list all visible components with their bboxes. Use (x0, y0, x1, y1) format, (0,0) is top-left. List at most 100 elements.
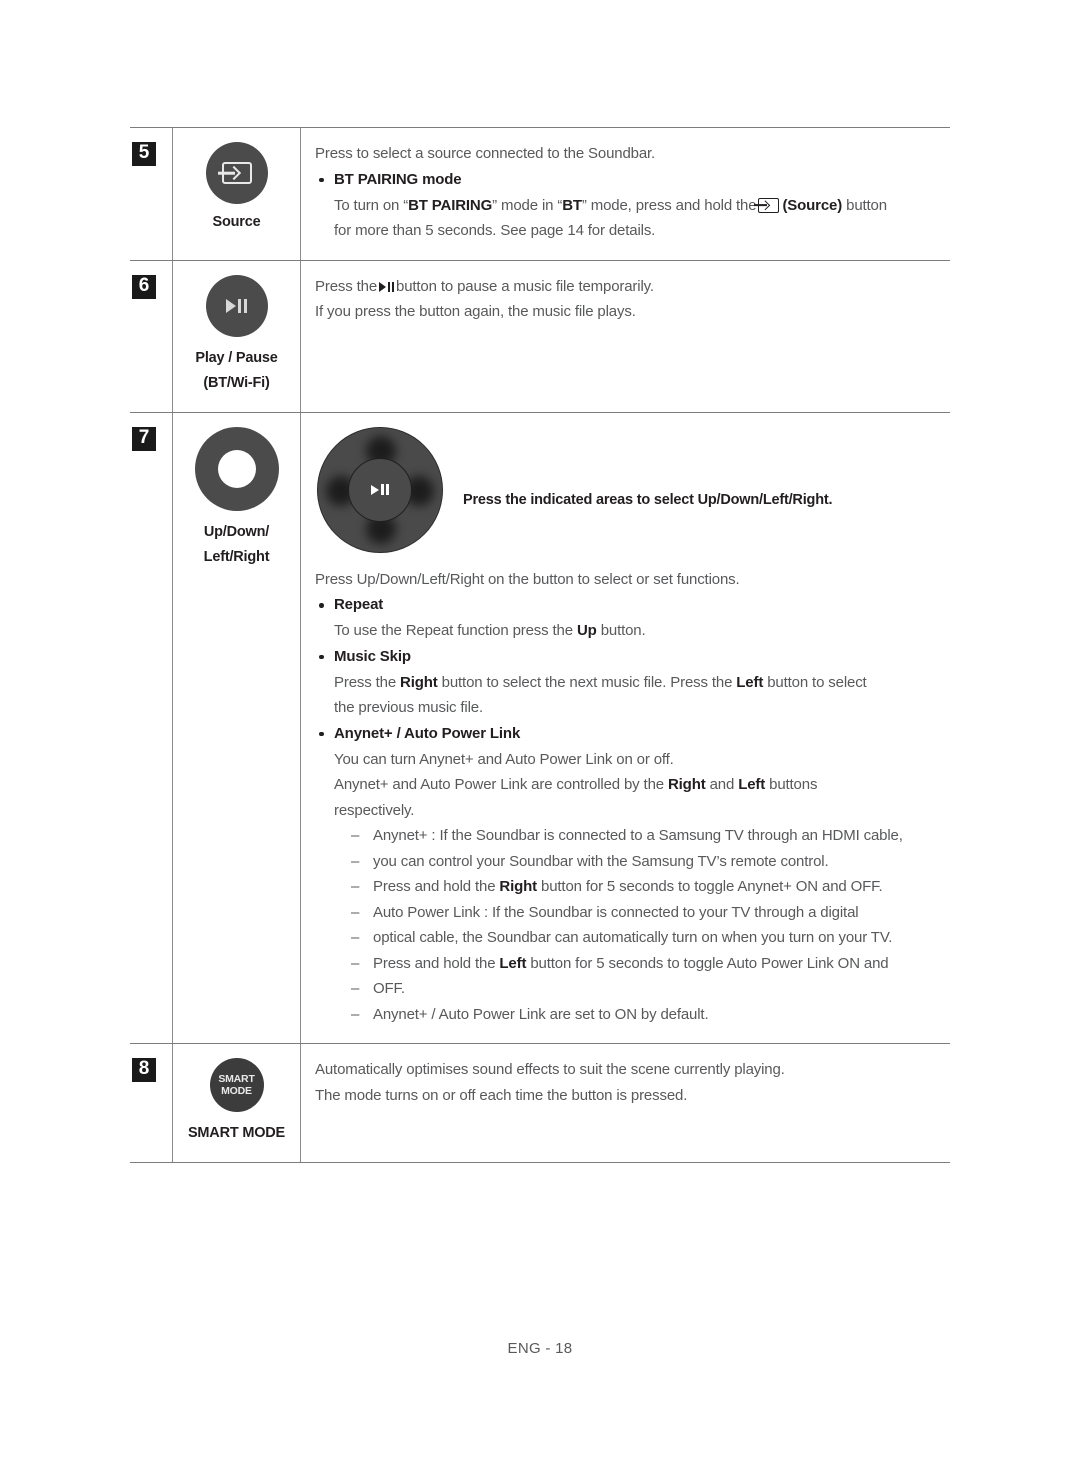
button-description-table: 5 Source Press to select a source connec… (130, 127, 950, 1163)
row-number-cell: 8 (130, 1044, 172, 1162)
icon-label: Source (212, 214, 261, 230)
txt-a: To turn on “ (334, 196, 409, 214)
source-button-graphic (205, 142, 268, 204)
bullet-anynet: Anynet+ / Auto Power Link (315, 721, 950, 747)
smart-line2: MODE (221, 1085, 252, 1097)
txt-a: To use the Repeat function press the (334, 622, 573, 639)
page-footer: ENG - 18 (507, 1340, 573, 1357)
music-skip-detail-line1: Press the Right button to select the nex… (315, 670, 950, 696)
txt-left: Left (736, 673, 764, 691)
txt-c: ” mode in “ (492, 196, 563, 214)
repeat-detail: To use the Repeat function press the Up … (315, 618, 950, 644)
row-number-badge: 5 (132, 142, 156, 166)
txt-bt: BT (562, 196, 582, 214)
bt-pairing-detail-line1: To turn on “BT PAIRING” mode in “BT” mod… (315, 193, 950, 219)
txt-c: button. (600, 622, 646, 639)
txt-e: button to select (767, 673, 867, 691)
play-pause-icon (225, 298, 248, 313)
row-number-badge: 6 (132, 274, 156, 299)
play-pause-icon (370, 484, 390, 495)
table-row-smart-mode: 8 SMART MODE SMART MODE Automatically op… (130, 1043, 950, 1163)
txt-a: Press and hold the (373, 954, 496, 972)
dash-anynet-line3: Press and hold the Right button for 5 se… (315, 874, 950, 900)
smart-line1: SMART (218, 1073, 255, 1085)
icon-label-secondary: Left/Right (203, 548, 270, 565)
play-pause-text-line2: If you press the button again, the music… (315, 303, 636, 320)
txt-source-word: (Source) (782, 196, 843, 214)
pause-bars-icon (237, 298, 248, 313)
bullet-music-skip: Music Skip (315, 644, 950, 670)
txt-e: ” mode, press and hold the (581, 196, 757, 214)
bt-pairing-detail-line2: for more than 5 seconds. See page 14 for… (334, 222, 656, 239)
dash-anynet-line2: you can control your Soundbar with the S… (315, 849, 950, 875)
dash-anynet-line1: Anynet+ : If the Soundbar is connected t… (315, 823, 950, 849)
icon-label: Play / Pause (195, 349, 278, 366)
nav-intro-text: Press Up/Down/Left/Right on the button t… (315, 570, 740, 588)
txt-a: Press the (334, 673, 397, 691)
dash-default-on: Anynet+ / Auto Power Link are set to ON … (315, 1002, 950, 1028)
manual-page: 5 Source Press to select a source connec… (0, 0, 1080, 1479)
row-body-cell: Press the button to pause a music file te… (301, 261, 950, 412)
row-body-cell: Automatically optimises sound effects to… (301, 1044, 950, 1162)
txt-a: Press the (315, 277, 378, 295)
txt-c: button to select the next music file. Pr… (441, 673, 733, 691)
txt: OFF. (373, 980, 405, 997)
txt-c: button for 5 seconds to toggle Auto Powe… (530, 954, 889, 972)
dash-apl-line2: optical cable, the Soundbar can automati… (315, 925, 950, 951)
row-icon-cell: SMART MODE SMART MODE (172, 1044, 301, 1162)
dpad-circle (317, 426, 443, 553)
smart-mode-button-graphic: SMART MODE (209, 1058, 264, 1112)
txt-a: Press and hold the (373, 878, 496, 895)
play-pause-icon-inline (379, 281, 395, 292)
table-row-navigation: 7 Up/Down/ Left/Right Press the indicate… (130, 411, 950, 1044)
txt: you can control your Soundbar with the S… (373, 852, 829, 870)
row-icon-cell: Up/Down/ Left/Right (172, 412, 301, 1043)
icon-label: Up/Down/ (203, 523, 270, 540)
anynet-line2: Anynet+ and Auto Power Link are controll… (315, 772, 950, 798)
music-skip-detail-line2: the previous music file. (334, 699, 483, 716)
smart-mode-text-line1: Automatically optimises sound effects to… (315, 1061, 785, 1078)
row-number-badge: 8 (132, 1058, 156, 1082)
row-body-cell: Press to select a source connected to th… (301, 128, 950, 260)
smart-mode-button-text: SMART MODE (218, 1073, 255, 1097)
icon-label-secondary: (BT/Wi-Fi) (203, 374, 270, 391)
row-number-cell: 5 (130, 128, 172, 260)
navigation-ring-graphic (194, 426, 279, 511)
bullet-bt-pairing: BT PAIRING mode (315, 167, 950, 193)
bullet-repeat: Repeat (315, 592, 950, 618)
source-icon-inline (758, 197, 780, 213)
dash-apl-line4: OFF. (315, 976, 950, 1002)
row-number-cell: 7 (130, 413, 172, 1044)
smart-mode-text-line2: The mode turns on or off each time the b… (315, 1086, 688, 1104)
row-number-badge: 7 (132, 426, 156, 451)
txt-left: Left (499, 954, 527, 972)
row-body-cell: Press the indicated areas to select Up/D… (301, 413, 950, 1044)
txt-bt-pairing: BT PAIRING (408, 196, 493, 214)
dash-apl-line1: Auto Power Link : If the Soundbar is con… (315, 900, 950, 926)
dash-apl-line3: Press and hold the Left button for 5 sec… (315, 951, 950, 977)
table-row-play-pause: 6 Play / Pause (BT/Wi-Fi) Press the butto… (130, 259, 950, 412)
txt-c: and (709, 776, 735, 793)
anynet-line3: respectively. (334, 801, 415, 819)
txt-c: button for 5 seconds to toggle Anynet+ O… (541, 878, 883, 895)
table-row-source: 5 Source Press to select a source connec… (130, 127, 950, 260)
txt-g: button (846, 196, 887, 214)
txt-right: Right (400, 673, 438, 691)
row-icon-cell: Source (172, 128, 301, 260)
txt-right: Right (667, 776, 706, 793)
play-triangle-icon (225, 298, 236, 313)
play-pause-button-graphic (205, 274, 268, 337)
txt: optical cable, the Soundbar can automati… (373, 929, 893, 946)
source-icon (221, 162, 252, 184)
source-intro-text: Press to select a source connected to th… (315, 145, 656, 162)
play-pause-text-line1: Press the button to pause a music file te… (315, 274, 950, 300)
txt-b: button to pause a music file temporarily… (396, 277, 654, 295)
anynet-line1: You can turn Anynet+ and Auto Power Link… (334, 750, 674, 768)
txt-left: Left (738, 776, 766, 793)
icon-label: SMART MODE (187, 1125, 286, 1141)
row-icon-cell: Play / Pause (BT/Wi-Fi) (172, 260, 301, 412)
txt-up: Up (576, 622, 597, 639)
dpad-diagram (317, 426, 445, 553)
dpad-center-button (348, 457, 412, 522)
txt-right: Right (499, 878, 537, 895)
